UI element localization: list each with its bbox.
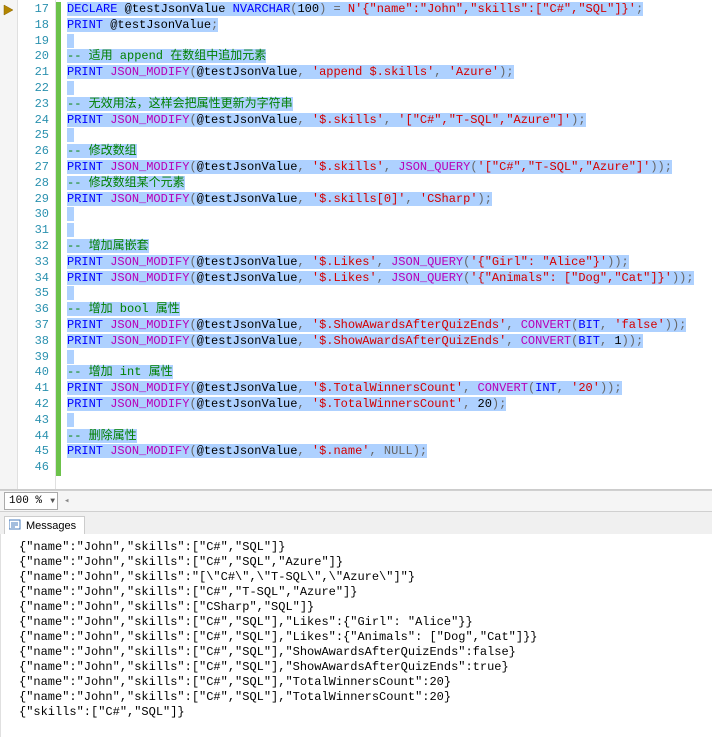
code-line[interactable]: PRINT JSON_MODIFY(@testJsonValue, '$.Tot… — [67, 381, 712, 397]
message-line: {"name":"John","skills":["CSharp","SQL"]… — [19, 600, 694, 615]
splitter-arrow-icon: ◂ — [64, 496, 69, 506]
code-line[interactable]: -- 删除属性 — [67, 429, 712, 445]
code-line[interactable]: PRINT JSON_MODIFY(@testJsonValue, '$.Tot… — [67, 397, 712, 413]
messages-icon — [9, 519, 22, 532]
code-line[interactable] — [67, 223, 712, 239]
line-number: 41 — [18, 381, 49, 397]
code-line[interactable]: PRINT JSON_MODIFY(@testJsonValue, '$.ski… — [67, 160, 712, 176]
editor-status-bar: 100 % ▼ ◂ — [0, 490, 712, 512]
message-line: {"name":"John","skills":"[\"C#\",\"T-SQL… — [19, 570, 694, 585]
messages-tab[interactable]: Messages — [4, 516, 85, 534]
code-line[interactable]: PRINT JSON_MODIFY(@testJsonValue, '$.Sho… — [67, 334, 712, 350]
zoom-value: 100 % — [9, 495, 42, 507]
message-line: {"name":"John","skills":["C#","SQL"],"Li… — [19, 615, 694, 630]
code-line[interactable]: -- 增加 bool 属性 — [67, 302, 712, 318]
message-line: {"name":"John","skills":["C#","SQL"],"Li… — [19, 630, 694, 645]
message-line: {"name":"John","skills":["C#","SQL"],"Sh… — [19, 660, 694, 675]
code-line[interactable]: PRINT JSON_MODIFY(@testJsonValue, '$.ski… — [67, 113, 712, 129]
line-number: 43 — [18, 413, 49, 429]
line-number: 25 — [18, 128, 49, 144]
code-line[interactable]: PRINT JSON_MODIFY(@testJsonValue, '$.ski… — [67, 192, 712, 208]
message-line: {"name":"John","skills":["C#","SQL"],"To… — [19, 675, 694, 690]
code-line[interactable]: -- 无效用法，这样会把属性更新为字符串 — [67, 97, 712, 113]
code-line[interactable] — [67, 81, 712, 97]
line-number: 22 — [18, 81, 49, 97]
code-line[interactable]: -- 增加属嵌套 — [67, 239, 712, 255]
line-number: 34 — [18, 271, 49, 287]
code-line[interactable]: PRINT JSON_MODIFY(@testJsonValue, 'appen… — [67, 65, 712, 81]
chevron-down-icon: ▼ — [50, 497, 55, 506]
code-line[interactable] — [67, 286, 712, 302]
code-line[interactable]: -- 增加 int 属性 — [67, 365, 712, 381]
line-number: 24 — [18, 113, 49, 129]
code-line[interactable]: -- 修改数组 — [67, 144, 712, 160]
line-number: 40 — [18, 365, 49, 381]
line-number: 42 — [18, 397, 49, 413]
line-number: 30 — [18, 207, 49, 223]
code-line[interactable] — [67, 34, 712, 50]
code-line[interactable] — [67, 128, 712, 144]
code-line[interactable]: -- 适用 append 在数组中追加元素 — [67, 49, 712, 65]
message-line: {"skills":["C#","SQL"]} — [19, 705, 694, 720]
message-line: {"name":"John","skills":["C#","SQL"],"Sh… — [19, 645, 694, 660]
code-line[interactable]: PRINT JSON_MODIFY(@testJsonValue, '$.nam… — [67, 444, 712, 460]
line-number: 18 — [18, 18, 49, 34]
code-line[interactable]: PRINT JSON_MODIFY(@testJsonValue, '$.Lik… — [67, 255, 712, 271]
line-number: 35 — [18, 286, 49, 302]
code-line[interactable] — [67, 413, 712, 429]
line-number: 21 — [18, 65, 49, 81]
message-line: {"name":"John","skills":["C#","SQL","Azu… — [19, 555, 694, 570]
line-number: 45 — [18, 444, 49, 460]
results-tab-bar: Messages — [0, 512, 712, 534]
code-line[interactable]: PRINT JSON_MODIFY(@testJsonValue, '$.Lik… — [67, 271, 712, 287]
message-line: {"name":"John","skills":["C#","SQL"],"To… — [19, 690, 694, 705]
code-line[interactable]: DECLARE @testJsonValue NVARCHAR(100) = N… — [67, 2, 712, 18]
line-number: 33 — [18, 255, 49, 271]
line-number: 23 — [18, 97, 49, 113]
line-number: 28 — [18, 176, 49, 192]
line-number-gutter[interactable]: 1718192021222324252627282930313233343536… — [18, 0, 56, 489]
code-line[interactable]: -- 修改数组某个元素 — [67, 176, 712, 192]
line-number: 27 — [18, 160, 49, 176]
line-number: 39 — [18, 350, 49, 366]
code-line[interactable] — [67, 460, 712, 476]
line-number: 29 — [18, 192, 49, 208]
line-number: 20 — [18, 49, 49, 65]
code-editor[interactable]: 1718192021222324252627282930313233343536… — [0, 0, 712, 490]
message-line: {"name":"John","skills":["C#","T-SQL","A… — [19, 585, 694, 600]
line-number: 46 — [18, 460, 49, 476]
code-line[interactable] — [67, 350, 712, 366]
line-number: 44 — [18, 429, 49, 445]
line-number: 37 — [18, 318, 49, 334]
line-number: 32 — [18, 239, 49, 255]
code-line[interactable]: PRINT JSON_MODIFY(@testJsonValue, '$.Sho… — [67, 318, 712, 334]
messages-tab-label: Messages — [26, 520, 76, 532]
code-line[interactable]: PRINT @testJsonValue; — [67, 18, 712, 34]
code-line[interactable] — [67, 207, 712, 223]
line-number: 31 — [18, 223, 49, 239]
message-line: {"name":"John","skills":["C#","SQL"]} — [19, 540, 694, 555]
line-number: 17 — [18, 2, 49, 18]
messages-output[interactable]: {"name":"John","skills":["C#","SQL"]}{"n… — [0, 534, 712, 737]
zoom-level-select[interactable]: 100 % ▼ — [4, 492, 58, 510]
line-number: 26 — [18, 144, 49, 160]
indicator-margin — [0, 0, 18, 489]
code-text-area[interactable]: DECLARE @testJsonValue NVARCHAR(100) = N… — [61, 0, 712, 489]
execution-arrow-icon — [0, 2, 17, 18]
line-number: 19 — [18, 34, 49, 50]
line-number: 36 — [18, 302, 49, 318]
line-number: 38 — [18, 334, 49, 350]
